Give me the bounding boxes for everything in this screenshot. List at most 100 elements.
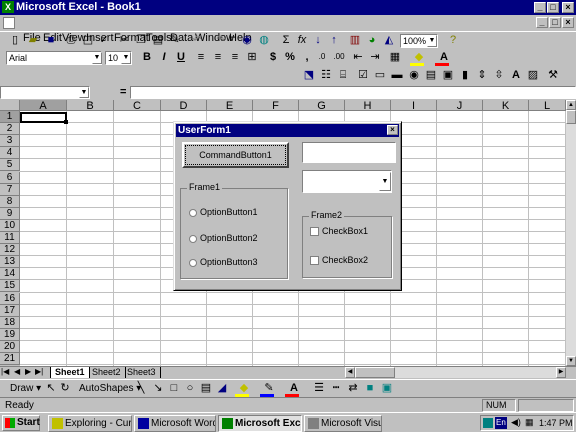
label-control-icon[interactable]: A bbox=[507, 67, 525, 85]
column-header[interactable]: B bbox=[67, 100, 114, 112]
wordart-icon[interactable]: ◢ bbox=[213, 380, 231, 398]
doc-restore-button[interactable]: □ bbox=[549, 17, 561, 28]
row-header[interactable]: 3 bbox=[0, 135, 20, 148]
volume-icon[interactable]: ◀) bbox=[511, 417, 521, 428]
font-dropdown-icon[interactable]: ▼ bbox=[92, 52, 102, 64]
column-header[interactable]: E bbox=[207, 100, 253, 112]
row-header[interactable]: 18 bbox=[0, 316, 20, 329]
tab-scroll-prev-icon[interactable]: ◀ bbox=[14, 367, 20, 376]
row-header[interactable]: 15 bbox=[0, 280, 20, 293]
option-button-2[interactable]: OptionButton2 bbox=[189, 233, 258, 243]
row-header[interactable]: 9 bbox=[0, 207, 20, 220]
row-header[interactable]: 1 bbox=[0, 111, 20, 123]
row-header[interactable]: 5 bbox=[0, 159, 20, 172]
column-header[interactable]: F bbox=[253, 100, 299, 112]
new-icon[interactable]: ▯ bbox=[6, 32, 24, 50]
row-header[interactable]: 21 bbox=[0, 353, 20, 365]
column-header[interactable]: A bbox=[20, 100, 67, 112]
maximize-button[interactable]: □ bbox=[547, 2, 559, 13]
minimize-button[interactable]: _ bbox=[534, 2, 546, 13]
align-right-icon[interactable]: ≡ bbox=[226, 49, 244, 67]
vertical-scrollbar[interactable]: ▲ ▼ bbox=[566, 100, 576, 366]
column-header[interactable]: C bbox=[114, 100, 161, 112]
hscroll-thumb[interactable] bbox=[355, 367, 395, 378]
checkbox-2[interactable]: CheckBox2 bbox=[310, 255, 368, 266]
listbox-control-icon[interactable]: ▤ bbox=[422, 67, 440, 85]
doc-minimize-button[interactable]: _ bbox=[536, 17, 548, 28]
decrease-indent-icon[interactable]: ⇤ bbox=[349, 49, 367, 67]
spelling-icon[interactable]: ✓ bbox=[95, 32, 113, 50]
combobox-control-icon[interactable]: ▣ bbox=[439, 67, 457, 85]
row-header[interactable]: 7 bbox=[0, 183, 20, 196]
office-assistant-icon[interactable]: ? bbox=[444, 32, 462, 50]
combobox-dropdown-icon[interactable]: ▼ bbox=[379, 172, 391, 191]
copy-icon[interactable]: ❐ bbox=[132, 32, 150, 50]
web-toolbar-icon[interactable]: ◍ bbox=[255, 32, 273, 50]
hscroll-left-arrow[interactable]: ◀ bbox=[345, 367, 355, 378]
textbox-control-icon[interactable]: ▭ bbox=[371, 67, 389, 85]
textbox[interactable] bbox=[302, 142, 396, 163]
option-button-1[interactable]: OptionButton1 bbox=[189, 207, 258, 217]
decrease-decimal-icon[interactable]: .00 bbox=[330, 49, 348, 67]
underline-icon[interactable]: U bbox=[172, 49, 190, 67]
sort-descending-icon[interactable]: ↑ bbox=[325, 32, 343, 50]
checkbox-1[interactable]: CheckBox1 bbox=[310, 226, 368, 237]
view-code-icon[interactable]: ⌸ bbox=[334, 67, 352, 85]
doc-icon[interactable] bbox=[3, 17, 15, 29]
italic-icon[interactable]: I bbox=[155, 49, 173, 67]
tab-scroll-next-icon[interactable]: ▶ bbox=[25, 367, 31, 376]
scrollbar-control-icon[interactable]: ⇳ bbox=[490, 67, 508, 85]
column-header[interactable]: L bbox=[529, 100, 566, 112]
horizontal-scrollbar[interactable]: ◀ ▶ bbox=[345, 367, 566, 378]
command-button[interactable]: CommandButton1 bbox=[182, 142, 289, 168]
print-icon[interactable]: ⎙ bbox=[62, 32, 80, 50]
sheet-tab-sheet1[interactable]: Sheet1 bbox=[50, 367, 90, 378]
row-header[interactable]: 6 bbox=[0, 171, 20, 184]
bold-icon[interactable]: B bbox=[138, 49, 156, 67]
scroll-thumb[interactable] bbox=[566, 110, 576, 124]
map-icon[interactable]: ◕ bbox=[363, 32, 381, 50]
sheet-tab-sheet3[interactable]: Sheet3 bbox=[123, 367, 161, 378]
sheet-tab-sheet2[interactable]: Sheet2 bbox=[88, 367, 126, 378]
excel-icon[interactable]: X bbox=[2, 1, 14, 13]
equals-button[interactable]: = bbox=[120, 86, 126, 98]
align-left-icon[interactable]: ≡ bbox=[192, 49, 210, 67]
row-header[interactable]: 19 bbox=[0, 328, 20, 341]
save-icon[interactable]: ■ bbox=[42, 32, 60, 50]
start-button[interactable]: Start bbox=[2, 415, 40, 431]
option-control-icon[interactable]: ◉ bbox=[405, 67, 423, 85]
dash-style-icon[interactable]: ┅ bbox=[327, 380, 345, 398]
paste-icon[interactable]: ▤ bbox=[149, 32, 167, 50]
cut-icon[interactable]: ✂ bbox=[115, 32, 133, 50]
name-box[interactable] bbox=[0, 86, 90, 99]
row-header[interactable]: 12 bbox=[0, 244, 20, 257]
toggle-control-icon[interactable]: ▮ bbox=[456, 67, 474, 85]
image-control-icon[interactable]: ▨ bbox=[524, 67, 542, 85]
format-painter-icon[interactable]: ✎ bbox=[166, 32, 184, 50]
task-visual[interactable]: Microsoft Visual ... bbox=[304, 415, 382, 432]
task-excel[interactable]: Microsoft Exc... bbox=[218, 415, 302, 432]
column-header[interactable]: H bbox=[345, 100, 391, 112]
percent-icon[interactable]: % bbox=[281, 49, 299, 67]
shadow-icon[interactable]: ■ bbox=[361, 380, 379, 398]
tab-scroll-first-icon[interactable]: |◀ bbox=[1, 367, 9, 376]
size-dropdown-icon[interactable]: ▼ bbox=[121, 52, 131, 64]
properties-icon[interactable]: ☷ bbox=[317, 67, 335, 85]
row-header[interactable]: 14 bbox=[0, 268, 20, 281]
column-header[interactable]: D bbox=[161, 100, 207, 112]
userform-title-bar[interactable]: UserForm1 bbox=[176, 124, 399, 137]
scroll-down-arrow[interactable]: ▼ bbox=[566, 356, 576, 366]
column-header[interactable]: I bbox=[391, 100, 437, 112]
select-all-corner[interactable] bbox=[0, 100, 20, 111]
merge-center-icon[interactable]: ⊞ bbox=[243, 49, 261, 67]
zoom-dropdown-icon[interactable]: ▼ bbox=[427, 35, 437, 47]
userform-dialog[interactable]: UserForm1 × CommandButton1 ▼ Frame1 Opti… bbox=[173, 121, 402, 291]
undo-icon[interactable]: ↶ bbox=[188, 32, 206, 50]
task-word[interactable]: Microsoft Word -... bbox=[134, 415, 216, 432]
fill-handle[interactable] bbox=[64, 120, 68, 124]
column-header[interactable]: J bbox=[437, 100, 483, 112]
row-header[interactable]: 2 bbox=[0, 123, 20, 136]
row-header[interactable]: 8 bbox=[0, 195, 20, 208]
line-icon[interactable]: ╲ bbox=[132, 380, 150, 398]
more-controls-icon[interactable]: ⚒ bbox=[544, 67, 562, 85]
